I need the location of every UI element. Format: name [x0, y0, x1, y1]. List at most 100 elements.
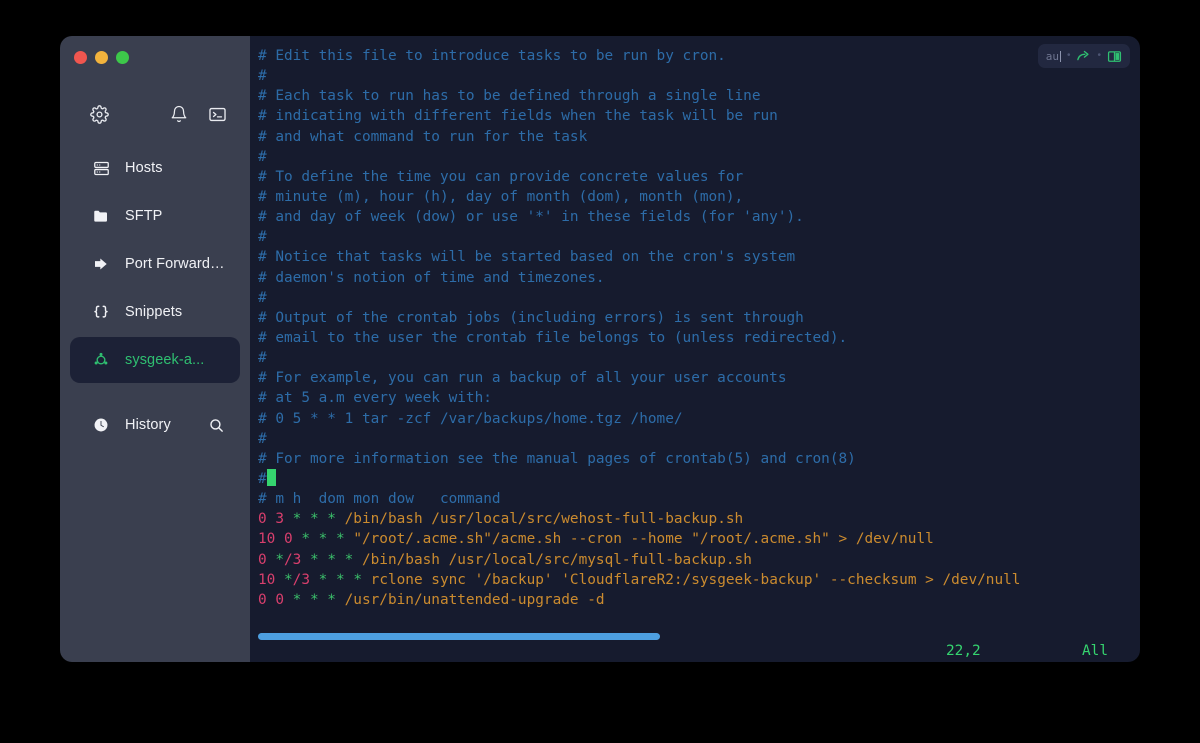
terminal-toolbar-input[interactable]: au [1046, 50, 1061, 63]
terminal-text: # and what command to run for the task [258, 128, 588, 145]
terminal-line: # and what command to run for the task [250, 127, 1140, 147]
folder-icon [91, 206, 111, 226]
server-icon [91, 158, 111, 178]
sidebar-top-icons [60, 92, 250, 136]
terminal-text: * * * [292, 591, 345, 608]
terminal-line: 0 0 * * * /usr/bin/unattended-upgrade -d [250, 590, 1140, 610]
terminal-line: # m h dom mon dow command [250, 489, 1140, 509]
terminal-text: # and day of week (dow) or use '*' in th… [258, 209, 804, 226]
terminal-text: /3 [284, 551, 310, 568]
share-arrow-icon[interactable] [1076, 49, 1091, 64]
terminal-text: "/root/.acme.sh"/acme.sh --cron --home "… [353, 531, 934, 548]
terminal-text: # [258, 470, 267, 487]
clock-icon [91, 415, 111, 435]
sidebar-item-label: History [125, 417, 171, 433]
separator-dot: • [1097, 50, 1101, 61]
terminal-text: # [258, 430, 267, 447]
terminal-line: # indicating with different fields when … [250, 106, 1140, 126]
terminal-text: /bin/bash /usr/local/src/wehost-full-bac… [344, 511, 744, 528]
terminal-line: 10 */3 * * * rclone sync '/backup' 'Clou… [250, 570, 1140, 590]
sidebar-item-label: Hosts [125, 160, 163, 176]
terminal-text: # Notice that tasks will be started base… [258, 249, 796, 266]
sidebar: Hosts SFTP Port Forwarding Snippets sysg… [60, 36, 250, 662]
terminal-line: 0 3 * * * /bin/bash /usr/local/src/wehos… [250, 509, 1140, 529]
app-window: Hosts SFTP Port Forwarding Snippets sysg… [60, 36, 1140, 662]
terminal-text: # 0 5 * * 1 tar -zcf /var/backups/home.t… [258, 410, 683, 427]
terminal-line: 10 0 * * * "/root/.acme.sh"/acme.sh --cr… [250, 529, 1140, 549]
terminal-text: # at 5 a.m every week with: [258, 390, 492, 407]
terminal-line: # [250, 288, 1140, 308]
split-pane-icon[interactable] [1107, 49, 1122, 64]
cursor-position: 22,2 [946, 643, 981, 659]
terminal-line: # [250, 468, 1140, 489]
terminal-line: # For more information see the manual pa… [250, 449, 1140, 469]
search-icon[interactable] [206, 415, 226, 435]
sidebar-item-sysgeek-a[interactable]: sysgeek-a... [70, 337, 240, 383]
terminal-text: * * * [318, 571, 371, 588]
terminal-text: # [258, 289, 267, 306]
terminal-line: # [250, 429, 1140, 449]
terminal-text: # To define the time you can provide con… [258, 168, 744, 185]
sidebar-item-snippets[interactable]: Snippets [70, 289, 240, 335]
scrollbar-thumb[interactable] [258, 633, 661, 640]
terminal-text: # [258, 68, 267, 85]
sidebar-item-hosts[interactable]: Hosts [70, 145, 240, 191]
terminal-text: 10 0 [258, 531, 302, 548]
sidebar-item-label: SFTP [125, 208, 163, 224]
terminal-line: # [250, 348, 1140, 368]
terminal-line: # [250, 227, 1140, 247]
ubuntu-icon [91, 350, 111, 370]
terminal-icon[interactable] [206, 103, 228, 125]
terminal-content[interactable]: # Edit this file to introduce tasks to b… [250, 36, 1140, 662]
terminal-text: # m h dom mon dow command [258, 491, 501, 508]
terminal-text: # indicating with different fields when … [258, 108, 778, 125]
terminal-line: # Edit this file to introduce tasks to b… [250, 46, 1140, 66]
sidebar-nav-list: Hosts SFTP Port Forwarding Snippets sysg… [60, 144, 250, 449]
terminal-line: # Output of the crontab jobs (including … [250, 308, 1140, 328]
terminal-text: # [258, 229, 267, 246]
sidebar-item-history[interactable]: History [70, 402, 240, 448]
zoom-button[interactable] [116, 51, 129, 64]
terminal-text: 10 [258, 571, 284, 588]
sidebar-item-sftp[interactable]: SFTP [70, 193, 240, 239]
terminal-text: # daemon's notion of time and timezones. [258, 269, 605, 286]
terminal-toolbar-text: au [1045, 49, 1059, 63]
terminal-text: # Output of the crontab jobs (including … [258, 309, 804, 326]
terminal-text: # [258, 148, 267, 165]
minimize-button[interactable] [95, 51, 108, 64]
terminal-line: # daemon's notion of time and timezones. [250, 268, 1140, 288]
terminal-line: # email to the user the crontab file bel… [250, 328, 1140, 348]
separator-dot: • [1066, 50, 1071, 61]
sidebar-item-label: Snippets [125, 304, 183, 320]
terminal-text: # [258, 350, 267, 367]
terminal-text: /bin/bash /usr/local/src/mysql-full-back… [361, 551, 752, 568]
terminal-text: rclone sync '/backup' 'CloudflareR2:/sys… [370, 571, 1021, 588]
bell-icon[interactable] [168, 103, 190, 125]
terminal-line: # Notice that tasks will be started base… [250, 247, 1140, 267]
terminal-line: # 0 5 * * 1 tar -zcf /var/backups/home.t… [250, 409, 1140, 429]
braces-icon [91, 302, 111, 322]
terminal-line: 0 */3 * * * /bin/bash /usr/local/src/mys… [250, 550, 1140, 570]
text-caret [1059, 50, 1061, 62]
terminal-text: /3 [292, 571, 319, 588]
terminal-text: # Edit this file to introduce tasks to b… [258, 48, 726, 64]
terminal-text: * * * [301, 531, 354, 548]
terminal-line: # To define the time you can provide con… [250, 167, 1140, 187]
terminal-text: * [275, 551, 284, 568]
terminal-text: 0 0 [258, 591, 293, 608]
terminal-text: * * * [310, 551, 362, 568]
terminal-text: * [284, 571, 293, 588]
terminal-text: 0 3 [258, 511, 293, 528]
sidebar-item-port-forwarding[interactable]: Port Forwarding [70, 241, 240, 287]
terminal-pane[interactable]: au • • # Edit this file to introduce tas… [250, 36, 1140, 662]
terminal-text: # Each task to run has to be defined thr… [258, 88, 761, 105]
terminal-status-line: 22,2 All [250, 640, 1140, 662]
horizontal-scrollbar[interactable] [258, 633, 1132, 640]
gear-icon[interactable] [88, 103, 110, 125]
forward-arrow-icon [91, 254, 111, 274]
text-cursor [266, 468, 276, 486]
terminal-line: # [250, 66, 1140, 86]
terminal-line: # and day of week (dow) or use '*' in th… [250, 207, 1140, 227]
close-button[interactable] [74, 51, 87, 64]
sidebar-item-label: Port Forwarding [125, 256, 226, 272]
